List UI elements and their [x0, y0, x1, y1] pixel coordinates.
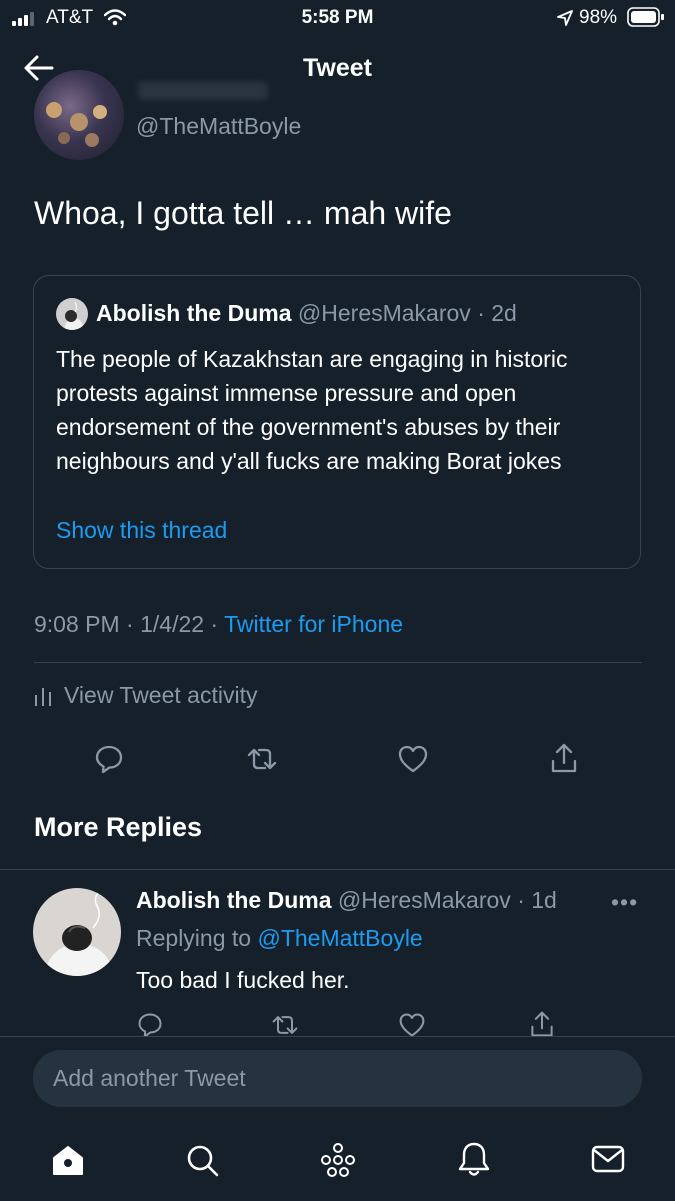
like-icon: [398, 745, 428, 773]
tweet-timestamp: 9:08 PM · 1/4/22 ·: [34, 611, 219, 637]
reply-like-button[interactable]: [398, 1011, 426, 1039]
more-options-icon[interactable]: •••: [611, 889, 638, 916]
share-button[interactable]: [548, 741, 580, 775]
search-icon: [187, 1145, 219, 1177]
divider: [34, 662, 642, 663]
author-avatar[interactable]: [34, 70, 124, 160]
more-replies-heading: More Replies: [34, 812, 203, 842]
reply-header: Abolish the Duma @HeresMakarov · 1d: [136, 887, 557, 914]
quote-author-avatar: [56, 298, 88, 330]
view-activity-label: View Tweet activity: [64, 682, 258, 708]
reply-icon: [138, 1013, 162, 1038]
retweet-button[interactable]: [245, 743, 279, 775]
author-handle[interactable]: @TheMattBoyle: [136, 113, 301, 140]
quote-author-handle: @HeresMakarov: [297, 300, 471, 326]
replying-to-handle[interactable]: @TheMattBoyle: [257, 925, 422, 951]
replying-to: Replying to @TheMattBoyle: [136, 925, 423, 952]
battery-percent: 98%: [579, 7, 618, 28]
reply-text: Too bad I fucked her.: [136, 967, 350, 993]
view-activity-button[interactable]: View Tweet activity: [34, 682, 257, 709]
tweet-text: Whoa, I gotta tell … mah wife: [34, 195, 452, 231]
reply-author-avatar[interactable]: [33, 888, 121, 976]
tab-spaces[interactable]: [319, 1141, 357, 1179]
replying-to-label: Replying to: [136, 925, 252, 951]
divider: [0, 869, 675, 870]
reply-author-name[interactable]: Abolish the Duma: [136, 887, 332, 913]
quote-header: Abolish the Duma @HeresMakarov · 2d: [96, 300, 517, 327]
quote-tweet-card[interactable]: Abolish the Duma @HeresMakarov · 2d The …: [33, 275, 641, 569]
tweet-source-link[interactable]: Twitter for iPhone: [224, 611, 403, 637]
compose-input[interactable]: [33, 1050, 642, 1107]
activity-chart-icon: [35, 687, 51, 706]
battery-icon: [627, 7, 665, 27]
quote-age: · 2d: [477, 300, 517, 326]
retweet-icon: [272, 1016, 298, 1034]
reply-icon: [95, 745, 123, 774]
reply-age: · 1d: [517, 887, 557, 913]
like-icon: [399, 1013, 425, 1037]
author-name-blurred: [138, 82, 268, 100]
like-button[interactable]: [397, 743, 429, 775]
spaces-icon: [321, 1143, 355, 1177]
tab-notifications[interactable]: [456, 1140, 492, 1178]
quote-text: The people of Kazakhstan are engaging in…: [56, 346, 568, 474]
tab-messages[interactable]: [590, 1144, 626, 1174]
reply-retweet-button[interactable]: [270, 1011, 300, 1039]
location-arrow-icon: [557, 10, 573, 26]
tab-search[interactable]: [184, 1142, 220, 1178]
quote-author-name: Abolish the Duma: [96, 300, 292, 326]
show-thread-link[interactable]: Show this thread: [56, 517, 227, 544]
share-icon: [531, 1011, 553, 1037]
reply-share-button[interactable]: [528, 1009, 556, 1039]
reply-author-handle[interactable]: @HeresMakarov: [338, 887, 511, 913]
status-bar: AT&T 5:58 PM 98%: [0, 0, 675, 36]
share-icon: [551, 743, 577, 773]
home-icon: [53, 1146, 83, 1175]
reply-button[interactable]: [93, 743, 125, 775]
reply-reply-button[interactable]: [136, 1011, 164, 1039]
retweet-icon: [247, 748, 277, 770]
clock: 5:58 PM: [301, 7, 374, 28]
messages-icon: [591, 1145, 625, 1173]
tab-home[interactable]: [50, 1142, 86, 1178]
tweet-meta: 9:08 PM · 1/4/22 · Twitter for iPhone: [34, 611, 403, 638]
notifications-icon: [458, 1142, 490, 1176]
